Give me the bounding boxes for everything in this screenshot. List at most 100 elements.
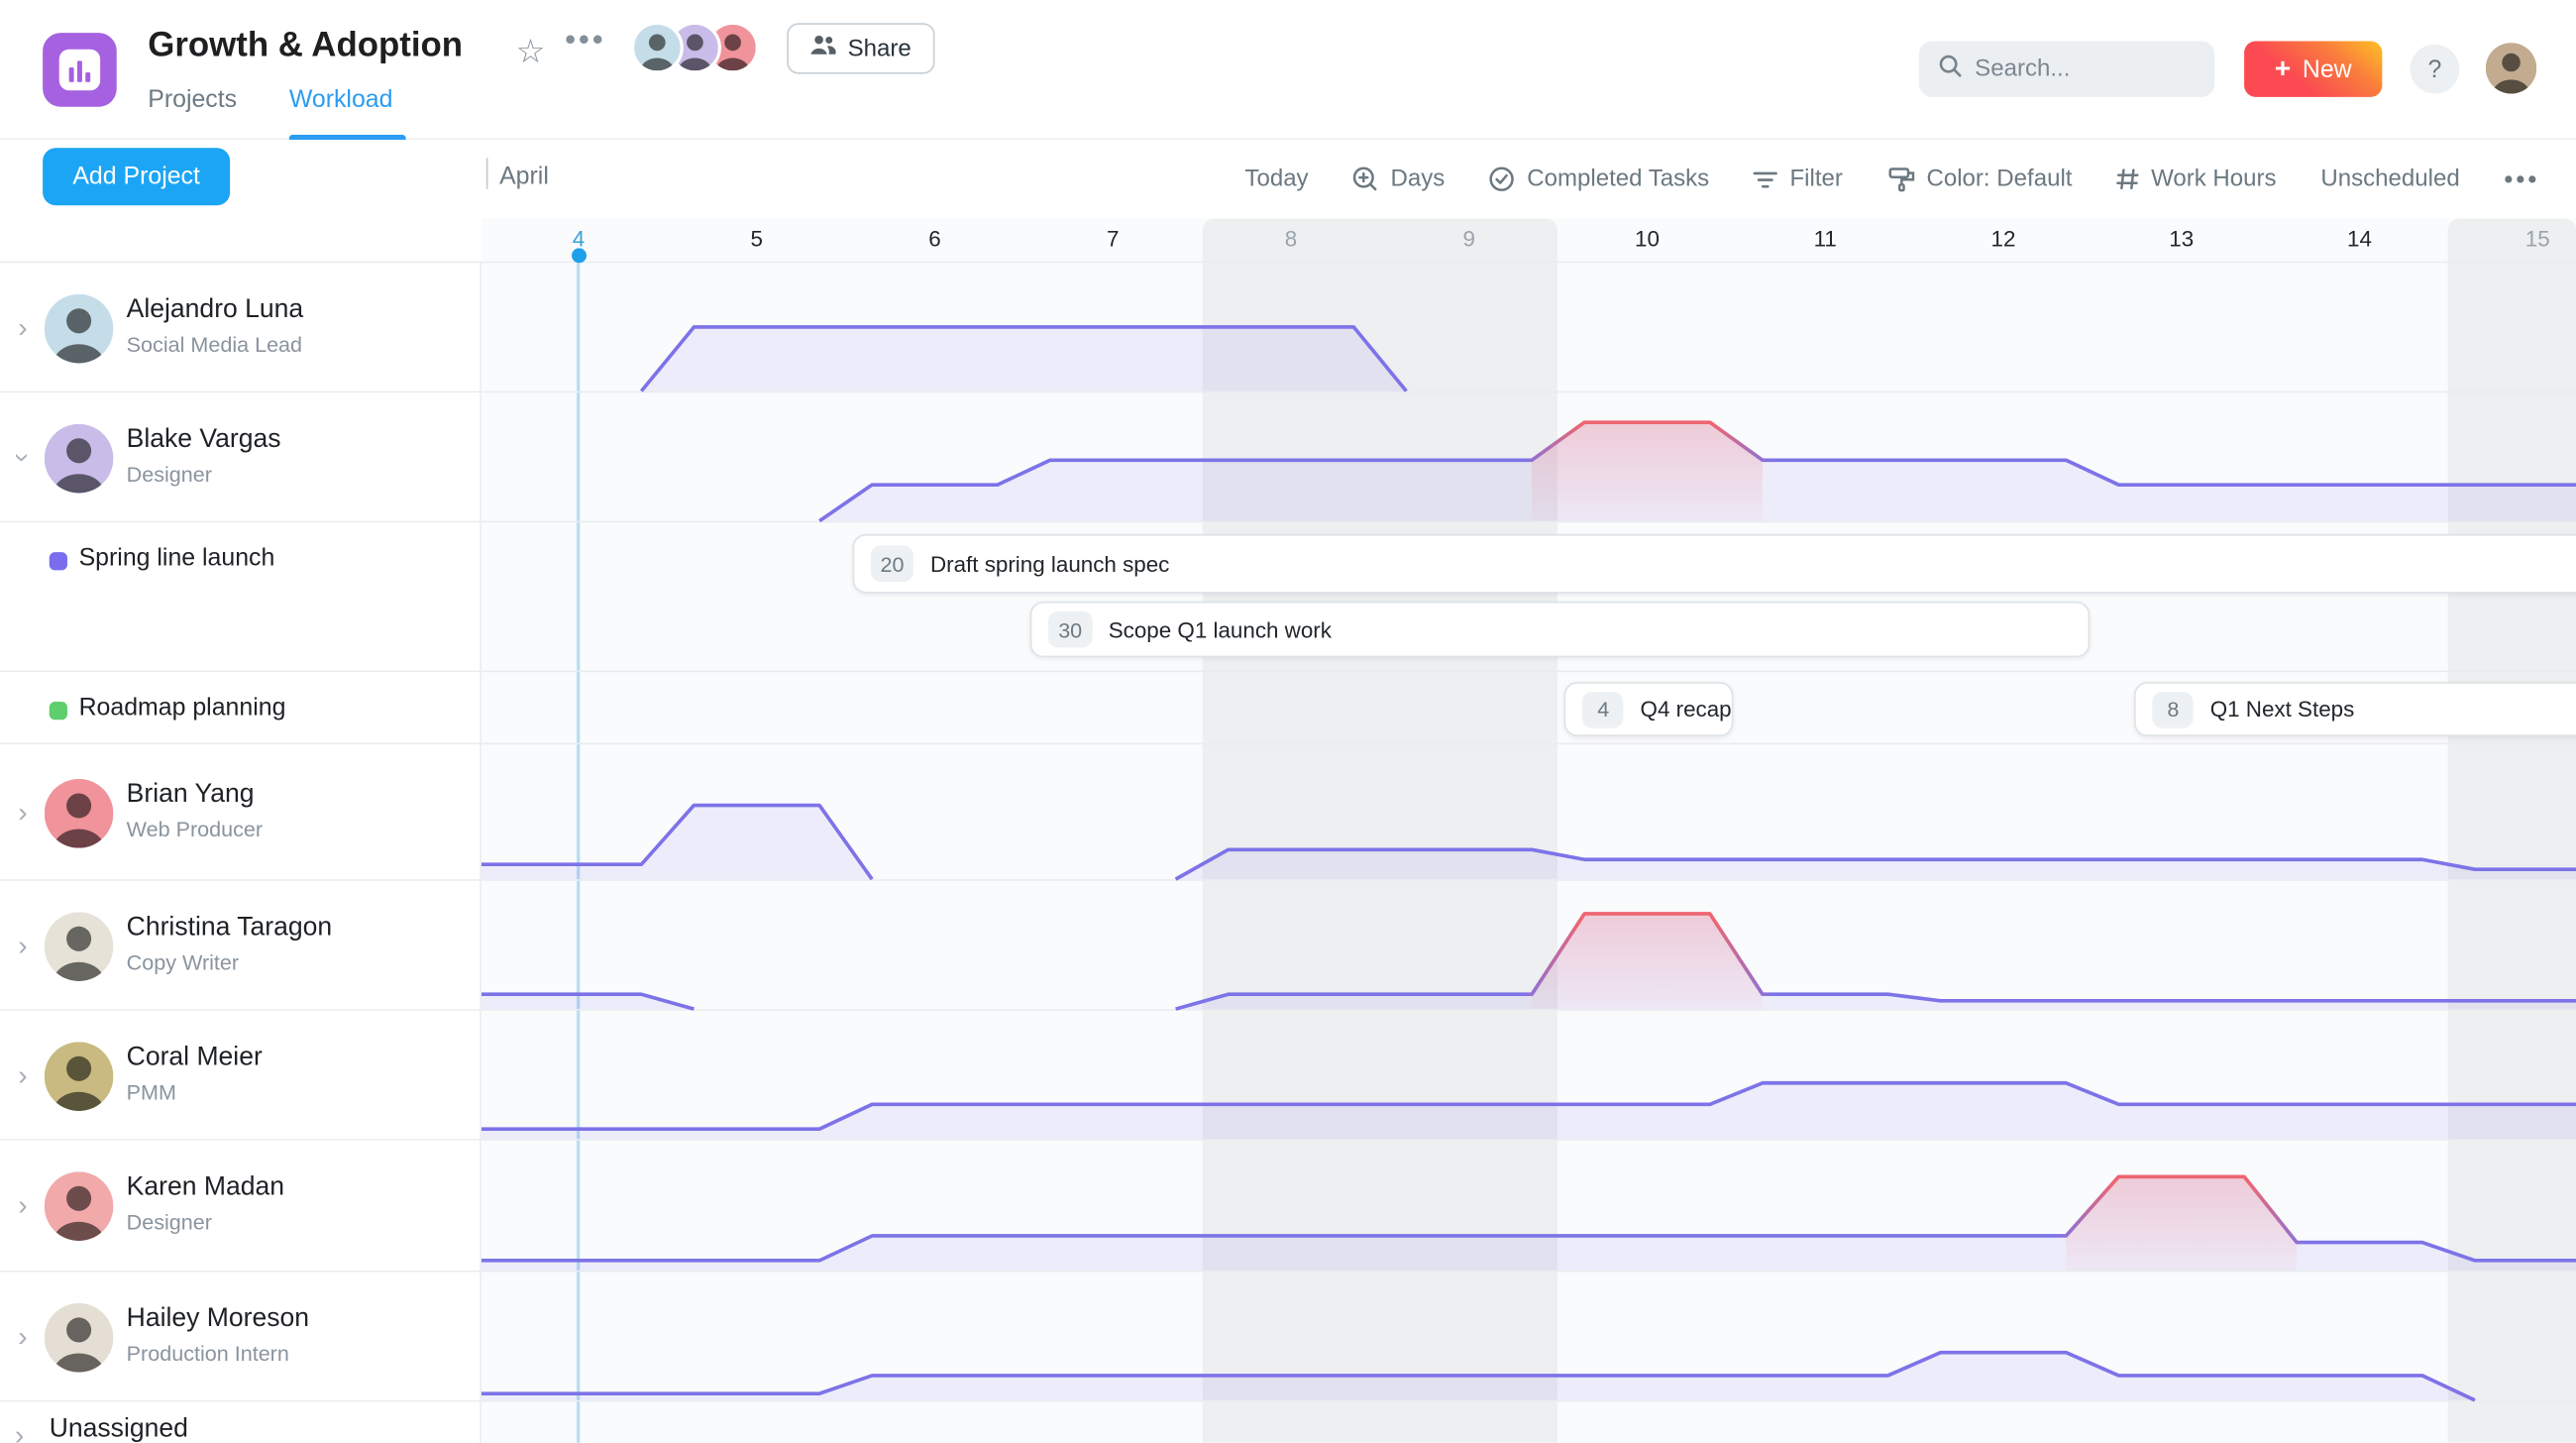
avatar-coral — [44, 1041, 114, 1111]
search-input[interactable]: Search... — [1918, 41, 2215, 97]
sidebar-cell-brian[interactable]: › Brian Yang Web Producer — [0, 744, 482, 880]
person-role: Copy Writer — [126, 948, 240, 974]
chevron-down-icon[interactable]: › — [7, 452, 39, 461]
plus-icon: + — [2274, 52, 2292, 83]
date-label-10[interactable]: 10 — [1635, 227, 1660, 252]
new-label: New — [2302, 55, 2352, 83]
task-bar[interactable]: 30 Scope Q1 launch work — [1030, 601, 2090, 658]
workload-rows: › Alejandro Luna Social Media Lead › Blake V… — [0, 263, 2576, 1443]
project-color-dot — [49, 702, 67, 721]
row-alejandro: › Alejandro Luna Social Media Lead — [0, 263, 2576, 393]
project-name: Roadmap planning — [78, 693, 286, 722]
sidebar-cell-christina[interactable]: › Christina Taragon Copy Writer — [0, 880, 482, 1010]
chevron-right-icon[interactable]: › — [18, 1060, 27, 1088]
sidebar-cell-karen[interactable]: › Karen Madan Designer — [0, 1140, 482, 1271]
help-button[interactable]: ? — [2410, 44, 2460, 94]
sidebar-cell-roadmap[interactable]: Roadmap planning — [0, 672, 482, 743]
date-label-8[interactable]: 8 — [1285, 227, 1297, 252]
tab-projects[interactable]: Projects — [148, 85, 237, 113]
more-options-icon[interactable]: ••• — [565, 23, 605, 57]
person-name: Blake Vargas — [126, 424, 281, 453]
person-name: Coral Meier — [126, 1043, 263, 1071]
page-title: Growth & Adoption — [148, 26, 464, 64]
work-hours-button[interactable]: Work Hours — [2116, 166, 2277, 192]
row-coral: › Coral Meier PMM — [0, 1010, 2576, 1141]
tab-workload[interactable]: Workload — [289, 85, 393, 113]
member-avatar[interactable] — [630, 21, 684, 74]
search-placeholder: Search... — [1975, 56, 2071, 82]
date-label-13[interactable]: 13 — [2169, 227, 2194, 252]
toolbar-more-icon[interactable]: ••• — [2504, 166, 2539, 193]
chevron-right-icon[interactable]: › — [18, 931, 27, 958]
task-label: Draft spring launch spec — [929, 551, 1170, 577]
check-circle-icon — [1489, 166, 1516, 192]
avatar-blake — [44, 422, 114, 493]
row-karen: › Karen Madan Designer — [0, 1140, 2576, 1273]
date-label-9[interactable]: 9 — [1463, 227, 1475, 252]
task-count-badge: 30 — [1048, 610, 1093, 648]
person-role: Web Producer — [126, 816, 264, 841]
workload-chart-alejandro — [639, 325, 1408, 392]
today-button[interactable]: Today — [1244, 166, 1308, 192]
project-color-dot — [49, 552, 67, 571]
row-unassigned: › Unassigned — [0, 1401, 2576, 1443]
chevron-right-icon[interactable]: › — [18, 313, 27, 341]
new-button[interactable]: + New — [2244, 41, 2383, 97]
star-icon[interactable]: ☆ — [516, 32, 546, 72]
person-role: Social Media Lead — [126, 331, 303, 357]
bar-chart-icon — [58, 49, 101, 91]
workload-chart-karen — [481, 1174, 2576, 1271]
task-bar[interactable]: 20 Draft spring launch spec — [852, 533, 2576, 594]
zoom-in-icon — [1352, 166, 1379, 192]
date-label-14[interactable]: 14 — [2347, 227, 2372, 252]
date-label-7[interactable]: 7 — [1107, 227, 1119, 252]
row-brian: › Brian Yang Web Producer — [0, 744, 2576, 881]
add-project-button[interactable]: Add Project — [43, 148, 231, 206]
person-role: PMM — [126, 1078, 176, 1104]
today-marker-dot — [571, 248, 587, 264]
task-count-badge: 4 — [1582, 691, 1624, 727]
sidebar-cell-coral[interactable]: › Coral Meier PMM — [0, 1010, 482, 1140]
chevron-right-icon[interactable]: › — [18, 1322, 27, 1350]
completed-tasks-button[interactable]: Completed Tasks — [1489, 166, 1709, 192]
task-bar[interactable]: 8 Q1 Next Steps — [2134, 682, 2576, 736]
share-button[interactable]: Share — [787, 23, 935, 74]
sidebar-cell-blake[interactable]: › Blake Vargas Designer — [0, 392, 482, 521]
search-icon — [1939, 55, 1962, 84]
date-label-15[interactable]: 15 — [2525, 227, 2550, 252]
task-label: Q4 recap — [1640, 697, 1732, 722]
person-role: Designer — [126, 461, 212, 486]
unscheduled-button[interactable]: Unscheduled — [2320, 166, 2459, 192]
avatar-alejandro — [44, 292, 114, 363]
days-zoom-button[interactable]: Days — [1352, 166, 1445, 192]
timeline-toolbar: Add Project April Today Days Completed T… — [0, 139, 2576, 219]
person-name: Alejandro Luna — [126, 294, 304, 323]
person-name: Brian Yang — [126, 779, 255, 809]
avatar-karen — [44, 1171, 114, 1241]
sidebar-cell-alejandro[interactable]: › Alejandro Luna Social Media Lead — [0, 263, 482, 391]
sidebar-cell-hailey[interactable]: › Hailey Moreson Production Intern — [0, 1272, 482, 1400]
color-button[interactable]: Color: Default — [1887, 166, 2072, 192]
task-label: Q1 Next Steps — [2209, 697, 2355, 722]
group-name: Unassigned — [49, 1414, 188, 1443]
paint-roller-icon — [1887, 166, 1915, 192]
chevron-right-icon[interactable]: › — [18, 798, 27, 826]
toolbar-actions: Today Days Completed Tasks Filter Color:… — [1244, 140, 2539, 219]
task-bar[interactable]: 4 Q4 recap — [1564, 682, 1734, 736]
filter-button[interactable]: Filter — [1754, 166, 1843, 192]
date-label-6[interactable]: 6 — [928, 227, 940, 252]
project-icon — [43, 33, 117, 107]
chevron-right-icon[interactable]: › — [18, 1191, 27, 1219]
sidebar-cell-unassigned[interactable]: › Unassigned — [0, 1401, 482, 1443]
top-bar: Growth & Adoption ☆ ••• Share Projects W… — [0, 0, 2576, 140]
workload-area — [1175, 849, 2576, 880]
date-label-5[interactable]: 5 — [751, 227, 763, 252]
chevron-right-icon[interactable]: › — [15, 1421, 24, 1443]
row-blake: › Blake Vargas Designer — [0, 392, 2576, 523]
date-label-12[interactable]: 12 — [1991, 227, 2016, 252]
avatar-hailey — [44, 1302, 114, 1372]
sidebar-cell-spring[interactable]: Spring line launch — [0, 522, 482, 671]
person-name: Hailey Moreson — [126, 1303, 310, 1332]
date-label-11[interactable]: 11 — [1814, 227, 1837, 252]
user-avatar[interactable] — [2485, 43, 2537, 94]
